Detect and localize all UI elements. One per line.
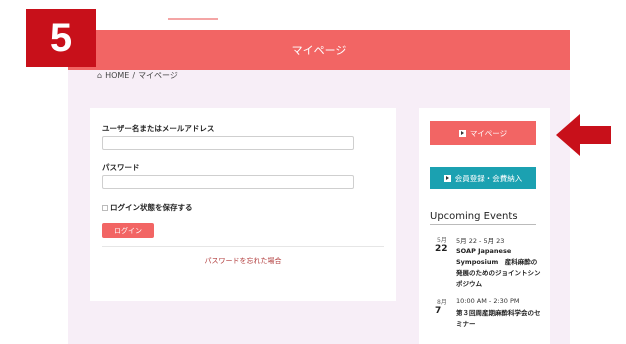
step-badge: 5: [26, 9, 96, 67]
remember-me[interactable]: ログイン状態を保存する: [102, 202, 193, 213]
password-label: パスワード: [102, 163, 140, 172]
username-input[interactable]: [102, 136, 354, 150]
breadcrumb-home[interactable]: HOME: [105, 71, 129, 80]
register-button[interactable]: 会員登録・会費納入: [430, 167, 536, 189]
login-square-icon: [458, 129, 466, 137]
events-divider: [430, 224, 536, 225]
login-square-icon: [443, 174, 451, 182]
breadcrumb-separator: /: [132, 71, 136, 80]
login-button[interactable]: ログイン: [102, 223, 154, 238]
register-button-label: 会員登録・会費納入: [454, 173, 523, 183]
left-arrow-icon: [556, 114, 611, 156]
top-accent-line: [168, 18, 218, 20]
breadcrumb: ⌂ HOME / マイページ: [97, 70, 178, 81]
event-day: 22: [435, 244, 448, 254]
page-title: マイページ: [291, 44, 347, 57]
mypage-button[interactable]: マイページ: [430, 121, 536, 145]
sidebar: マイページ 会員登録・会費納入 Upcoming Events 5月 22 5月…: [419, 108, 550, 344]
event-month: 8月: [437, 299, 447, 306]
forgot-password-link[interactable]: パスワードを忘れた場合: [90, 256, 396, 266]
event-day: 7: [435, 306, 442, 316]
event-time: 10:00 AM - 2:30 PM: [456, 297, 520, 305]
events-heading: Upcoming Events: [430, 211, 518, 222]
username-label: ユーザー名またはメールアドレス: [102, 124, 215, 133]
event-title[interactable]: 第３回周産期麻酔科学会のセミナー: [456, 308, 542, 330]
event-time: 5月 22 - 5月 23: [456, 237, 505, 245]
home-icon[interactable]: ⌂: [97, 71, 102, 80]
divider: [102, 246, 384, 247]
login-form: ユーザー名またはメールアドレス パスワード ログイン状態を保存する ログイン パ…: [90, 108, 396, 301]
page-header: マイページ: [68, 30, 570, 70]
mypage-button-label: マイページ: [469, 128, 508, 138]
password-input[interactable]: [102, 175, 354, 189]
event-title[interactable]: SOAP Japanese Symposium 産科麻酔の発展のためのジョイント…: [456, 246, 542, 290]
event-month: 5月: [437, 237, 447, 244]
breadcrumb-current: マイページ: [138, 71, 178, 80]
remember-checkbox[interactable]: [102, 204, 108, 211]
remember-label: ログイン状態を保存する: [110, 203, 193, 212]
